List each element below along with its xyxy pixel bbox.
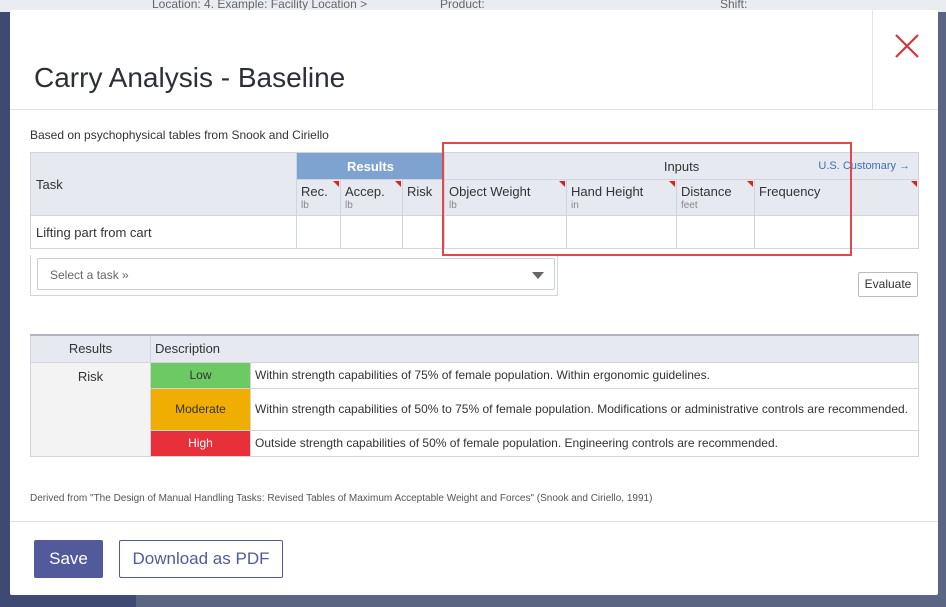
hand-height-label: Hand Height (571, 184, 644, 199)
results-group-header: Results (295, 152, 446, 180)
frequency-input[interactable] (754, 215, 920, 249)
comment-flag-icon (669, 181, 676, 187)
save-button[interactable]: Save (34, 540, 103, 578)
hand-height-unit: in (571, 200, 579, 211)
download-pdf-button[interactable]: Download as PDF (119, 540, 283, 578)
rec-unit: lb (301, 200, 309, 211)
modal-title: Carry Analysis - Baseline (34, 62, 346, 93)
risk-level-moderate: Moderate (150, 387, 251, 431)
comment-flag-icon (747, 181, 754, 187)
table-row: Lifting part from cart (30, 215, 920, 249)
modal-header: Carry Analysis - Baseline (10, 10, 938, 110)
risk-label: Risk (407, 184, 433, 199)
distance-input[interactable] (676, 215, 756, 249)
units-toggle-link[interactable]: U.S. Customary → (818, 160, 910, 172)
carry-analysis-modal: Carry Analysis - Baseline Based on psych… (10, 10, 938, 595)
risk-description-low: Within strength capabilities of 75% of f… (250, 361, 919, 389)
legend-risk-label: Risk (30, 361, 151, 457)
legend-row-moderate: Moderate Within strength capabilities of… (31, 387, 919, 431)
object-weight-label: Object Weight (449, 184, 531, 199)
distance-unit: feet (681, 200, 698, 211)
distance-label: Distance (681, 184, 732, 199)
comment-flag-icon (911, 181, 918, 187)
inputs-header-label: Inputs (663, 158, 700, 174)
accep-label: Accep. (345, 184, 385, 199)
accep-unit: lb (345, 200, 353, 211)
comment-flag-icon (559, 181, 566, 187)
task-cell: Lifting part from cart (30, 215, 297, 249)
evaluate-button[interactable]: Evaluate (858, 272, 918, 297)
carry-analysis-table: Task Results Inputs U.S. Customary → Rec… (30, 152, 920, 249)
comment-flag-icon (395, 181, 401, 187)
task-column-header: Task (30, 152, 297, 216)
rec-cell (296, 215, 341, 249)
legend-row-high: High Outside strength capabilities of 50… (31, 429, 919, 457)
hand-height-input[interactable] (566, 215, 678, 249)
accep-column-header[interactable]: Accep. lb (340, 179, 403, 216)
legend-description-header: Description (150, 334, 919, 363)
frequency-label: Frequency (759, 184, 821, 199)
modal-footer: Save Download as PDF (10, 521, 938, 595)
task-select-container: Select a task » (30, 255, 558, 296)
object-weight-unit: lb (449, 200, 457, 211)
rec-label: Rec. (301, 184, 328, 199)
frequency-column-header[interactable]: Frequency (754, 179, 920, 216)
chevron-down-icon (532, 272, 544, 279)
task-select-placeholder: Select a task » (50, 268, 129, 282)
risk-level-high: High (150, 429, 251, 457)
distance-column-header[interactable]: Distance feet (676, 179, 756, 216)
close-button[interactable] (872, 10, 938, 110)
accep-cell (340, 215, 403, 249)
object-weight-column-header[interactable]: Object Weight lb (444, 179, 568, 216)
comment-flag-icon (333, 181, 339, 187)
inputs-group-header: Inputs U.S. Customary → (444, 152, 920, 180)
object-weight-input[interactable] (444, 215, 568, 249)
risk-description-high: Outside strength capabilities of 50% of … (250, 429, 919, 457)
legend-results-header: Results (30, 334, 151, 363)
close-icon (895, 34, 919, 58)
risk-legend-table: Results Description Risk Low Within stre… (30, 334, 919, 457)
legend-row-low: Risk Low Within strength capabilities of… (30, 361, 919, 457)
risk-level-low: Low (150, 361, 251, 389)
derived-note: Derived from "The Design of Manual Handl… (30, 493, 653, 504)
risk-cell (401, 215, 446, 249)
rec-column-header[interactable]: Rec. lb (296, 179, 341, 216)
risk-column-header: Risk (401, 179, 446, 216)
risk-description-moderate: Within strength capabilities of 50% to 7… (250, 387, 919, 431)
hand-height-column-header[interactable]: Hand Height in (566, 179, 678, 216)
source-note: Based on psychophysical tables from Snoo… (30, 128, 329, 142)
task-select[interactable]: Select a task » (37, 258, 555, 290)
